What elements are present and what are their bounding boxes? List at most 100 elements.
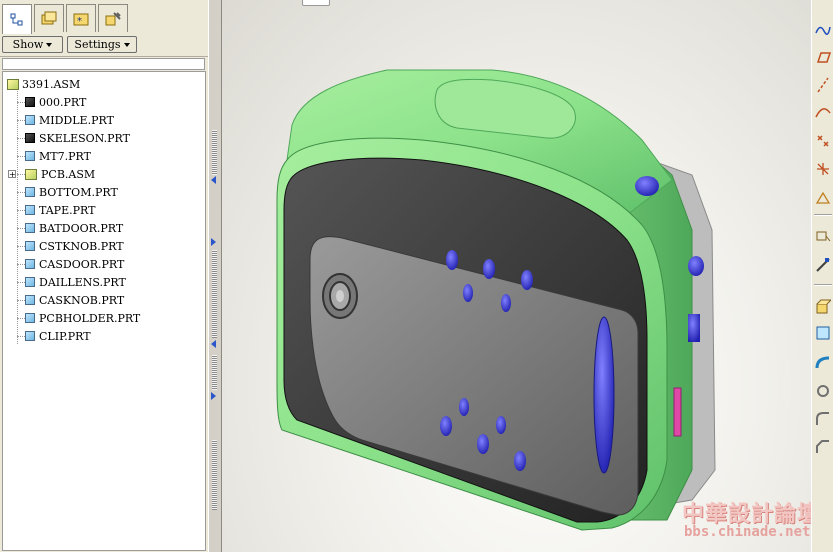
site-watermark: 中華設計論壇 bbs.chinade.net — [678, 494, 811, 546]
tree-item[interactable]: CASKNOB.PRT — [25, 292, 124, 308]
tape-window — [593, 316, 615, 474]
round-button[interactable] — [814, 410, 832, 428]
chamfer-icon — [816, 440, 829, 453]
tab-connections[interactable] — [98, 4, 128, 32]
tree-item[interactable]: 000.PRT — [25, 94, 86, 110]
round-icon — [816, 412, 829, 425]
settings-dropdown-button[interactable]: Settings — [67, 36, 137, 53]
part-icon — [25, 97, 35, 107]
part-icon — [25, 187, 35, 197]
tree-connector — [17, 210, 25, 211]
annotation-button[interactable] — [814, 228, 832, 246]
tree-item[interactable]: CSTKNOB.PRT — [25, 238, 124, 254]
tree-item-label: DAILLENS.PRT — [39, 275, 126, 289]
csys-icon — [817, 163, 829, 175]
plane-button[interactable] — [814, 48, 832, 66]
tree-item[interactable]: SKELESON.PRT — [25, 130, 130, 146]
curve-button[interactable] — [814, 104, 832, 122]
axis-button[interactable] — [814, 76, 832, 94]
extrude-icon — [816, 299, 831, 314]
tree-item[interactable]: MT7.PRT — [25, 148, 91, 164]
hole-icon — [817, 385, 829, 397]
side-button — [688, 256, 704, 276]
tree-connector — [17, 156, 25, 157]
expand-toggle-icon[interactable]: + — [8, 170, 16, 179]
assembly-icon — [25, 168, 37, 180]
graphics-viewport[interactable]: 中華設計論壇 bbs.chinade.net — [222, 0, 811, 552]
control-button — [514, 451, 526, 471]
expand-right-arrow-icon[interactable] — [211, 238, 216, 246]
control-button — [459, 398, 469, 416]
tree-item-label: MT7.PRT — [39, 149, 91, 163]
point-button[interactable] — [814, 132, 832, 150]
side-switch — [688, 314, 700, 342]
csys-button[interactable] — [814, 160, 832, 178]
tab-folder-browser[interactable] — [34, 4, 64, 32]
hole-button[interactable] — [814, 382, 832, 400]
tab-favorites[interactable]: * — [66, 4, 96, 32]
sketch-button[interactable] — [814, 20, 832, 38]
part-icon — [25, 151, 35, 161]
control-button — [483, 259, 495, 279]
tree-root-label: 3391.ASM — [22, 77, 81, 91]
tree-item-label: MIDDLE.PRT — [39, 113, 114, 127]
expand-right-arrow-icon[interactable] — [211, 392, 216, 400]
tree-item[interactable]: CASDOOR.PRT — [25, 256, 124, 272]
tree-connector — [17, 120, 25, 121]
splitter-grip[interactable] — [212, 355, 217, 390]
tree-item-label: TAPE.PRT — [39, 203, 96, 217]
control-button — [501, 294, 511, 312]
panel-splitter[interactable] — [208, 0, 222, 552]
part-icon — [25, 277, 35, 287]
tree-item-label: 000.PRT — [39, 95, 87, 109]
cassette-player-model[interactable] — [222, 0, 811, 552]
tree-connector — [17, 174, 25, 175]
navigator-toolbar: Show Settings — [0, 34, 208, 57]
control-button — [440, 416, 452, 436]
collapse-left-arrow-icon[interactable] — [211, 340, 216, 348]
extrude-button[interactable] — [814, 298, 832, 316]
analysis-icon — [815, 191, 831, 204]
mirror-icon — [816, 258, 830, 272]
tab-model-tree[interactable] — [2, 4, 32, 34]
tree-item-label: CLIP.PRT — [39, 329, 91, 343]
tree-item[interactable]: TAPE.PRT — [25, 202, 95, 218]
tree-item[interactable]: CLIP.PRT — [25, 328, 91, 344]
point-icon — [817, 135, 829, 147]
part-icon — [25, 259, 35, 269]
tree-item[interactable]: BOTTOM.PRT — [25, 184, 118, 200]
model-navigator-panel: * Show Settings 3391.ASM 000.PRT MIDDLE.P… — [0, 0, 208, 552]
volume-wheel — [673, 387, 682, 437]
show-dropdown-button[interactable]: Show — [2, 36, 63, 53]
tree-item[interactable]: PCB.ASM — [25, 166, 95, 182]
mirror-button[interactable] — [814, 256, 832, 274]
splitter-grip[interactable] — [212, 130, 217, 175]
revolve-button[interactable] — [814, 324, 832, 342]
tree-connector — [17, 264, 25, 265]
tree-root-assembly[interactable]: 3391.ASM — [7, 76, 80, 92]
splitter-grip[interactable] — [212, 250, 217, 338]
part-icon — [25, 313, 35, 323]
tree-item[interactable]: PCBHOLDER.PRT — [25, 310, 140, 326]
part-icon — [25, 223, 35, 233]
tree-connector — [17, 282, 25, 283]
part-icon — [25, 115, 35, 125]
part-icon — [25, 331, 35, 341]
tree-connector — [17, 84, 18, 344]
tree-item-label: PCB.ASM — [41, 167, 96, 181]
tree-connector — [17, 228, 25, 229]
axis-icon — [817, 77, 829, 93]
curve-icon — [815, 108, 831, 118]
chamfer-button[interactable] — [814, 438, 832, 456]
tree-item[interactable]: BATDOOR.PRT — [25, 220, 123, 236]
tree-item-label: SKELESON.PRT — [39, 131, 130, 145]
tree-item[interactable]: MIDDLE.PRT — [25, 112, 114, 128]
tree-item[interactable]: DAILLENS.PRT — [25, 274, 126, 290]
model-tree[interactable]: 3391.ASM 000.PRT MIDDLE.PRT SKELESON.PRT MT… — [2, 71, 206, 551]
side-button — [635, 176, 659, 196]
tree-filter-bar[interactable] — [2, 58, 205, 70]
splitter-grip[interactable] — [212, 440, 217, 510]
analysis-button[interactable] — [814, 188, 832, 206]
collapse-left-arrow-icon[interactable] — [211, 176, 216, 184]
sweep-button[interactable] — [814, 354, 832, 372]
